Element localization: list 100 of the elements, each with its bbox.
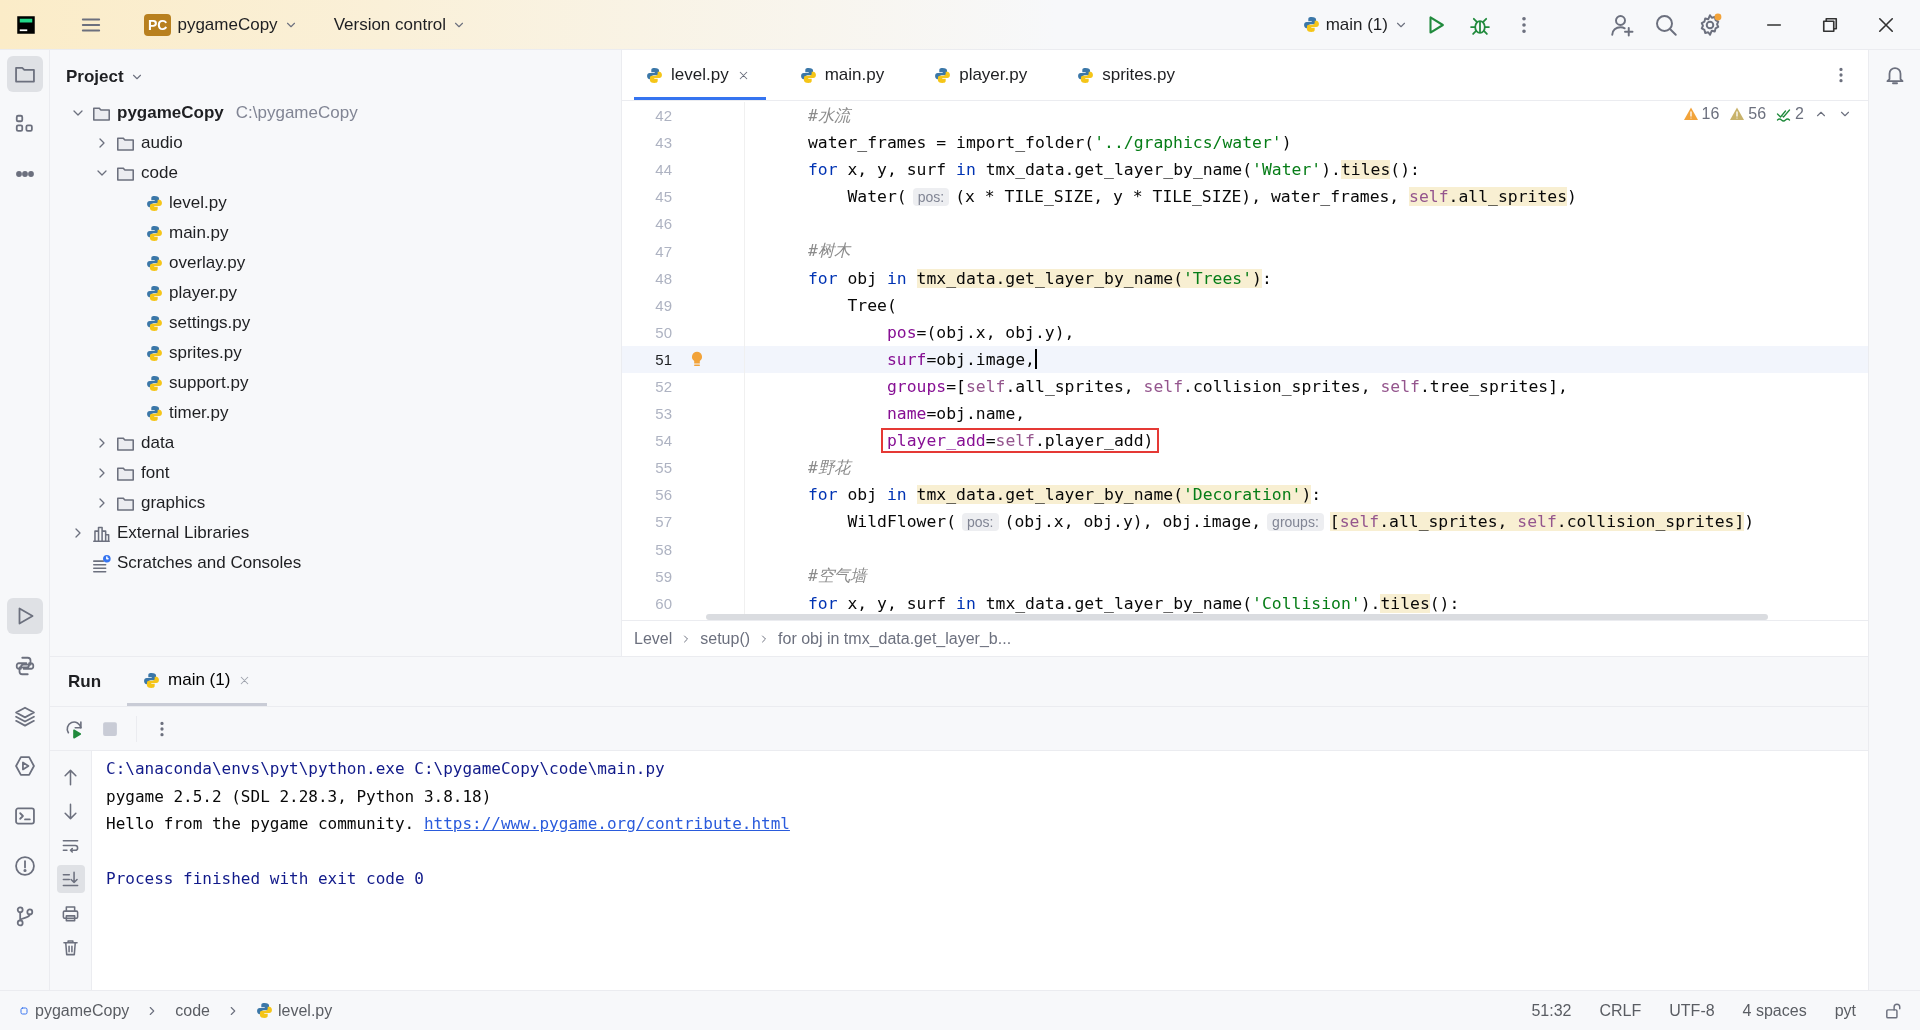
status-item[interactable]: 4 spaces bbox=[1742, 1001, 1807, 1020]
line-number: 55 bbox=[654, 459, 672, 477]
breadcrumb[interactable]: level.py bbox=[278, 1001, 333, 1020]
tree-item[interactable]: audio bbox=[141, 133, 183, 153]
line-number: 49 bbox=[654, 296, 672, 314]
code-text: WildFlower( bbox=[847, 512, 957, 532]
code-text: (x * TILE_SIZE, y * TILE_SIZE), water_frames, self.all_sprites) bbox=[955, 187, 1577, 207]
editor-tab[interactable]: level.py bbox=[634, 50, 766, 100]
tree-item[interactable]: Scratches and Consoles bbox=[117, 553, 302, 573]
line-number: 48 bbox=[654, 269, 672, 287]
python-file-icon bbox=[646, 66, 663, 84]
trash-icon[interactable] bbox=[61, 937, 80, 957]
line-number: 44 bbox=[654, 161, 672, 179]
python-file-icon bbox=[1077, 66, 1095, 84]
python-file-icon bbox=[143, 671, 161, 689]
python-file-icon bbox=[146, 314, 163, 332]
python-icon bbox=[1302, 16, 1320, 33]
line-number: 57 bbox=[654, 513, 672, 531]
settings-icon[interactable] bbox=[1698, 12, 1722, 37]
python-file-icon bbox=[146, 194, 163, 212]
code-text: Tree( bbox=[847, 295, 897, 315]
add-user-icon[interactable] bbox=[1610, 12, 1634, 37]
tree-item[interactable]: player.py bbox=[169, 283, 238, 303]
python-file-icon bbox=[146, 224, 163, 242]
tree-item[interactable]: graphics bbox=[141, 493, 206, 513]
python-file-icon bbox=[146, 284, 163, 302]
code-text: water_frames = import_folder('../graphics/water') bbox=[808, 133, 1292, 153]
inlay-hint: pos: bbox=[912, 187, 950, 206]
tree-item[interactable]: font bbox=[141, 463, 170, 483]
rerun-icon[interactable] bbox=[64, 718, 84, 739]
python-file-icon bbox=[256, 1002, 273, 1019]
status-item[interactable]: UTF-8 bbox=[1669, 1001, 1715, 1020]
tree-item[interactable]: pygameCopy bbox=[117, 103, 224, 123]
line-number: 54 bbox=[654, 432, 672, 450]
editor-tab[interactable]: player.py bbox=[922, 50, 1044, 100]
line-number: 47 bbox=[654, 242, 672, 260]
code-text: #空气墙 bbox=[808, 565, 866, 588]
inlay-hint: pos: bbox=[962, 512, 999, 531]
breadcrumb[interactable]: Level bbox=[634, 629, 673, 648]
lock-icon[interactable] bbox=[1884, 1001, 1902, 1020]
terminal-icon bbox=[13, 805, 36, 827]
print-icon[interactable] bbox=[61, 903, 80, 923]
python-file-icon bbox=[799, 66, 817, 84]
console-link[interactable]: https://www.pygame.org/contribute.html bbox=[423, 814, 790, 833]
search-icon[interactable] bbox=[1654, 12, 1678, 37]
vcs-menu[interactable]: Version control bbox=[327, 10, 473, 39]
inspection-count[interactable]: 2 bbox=[1795, 105, 1804, 123]
services-icon bbox=[13, 755, 36, 777]
project-badge: PC bbox=[144, 13, 172, 36]
breadcrumb[interactable]: code bbox=[175, 1001, 210, 1020]
layers-icon bbox=[13, 705, 36, 727]
tree-item[interactable]: sprites.py bbox=[169, 343, 242, 363]
typo-check-icon bbox=[1776, 106, 1793, 122]
code-text: Water( bbox=[847, 187, 907, 207]
editor-tab[interactable]: sprites.py bbox=[1065, 50, 1191, 100]
breadcrumb[interactable]: for obj in tmx_data.get_layer_b... bbox=[778, 629, 1012, 648]
line-number: 60 bbox=[654, 594, 672, 612]
scrollbar[interactable] bbox=[706, 614, 1768, 620]
python-file-icon bbox=[146, 254, 163, 272]
tree-item[interactable]: overlay.py bbox=[169, 253, 246, 273]
scroll-to-end-button[interactable] bbox=[56, 865, 85, 893]
problems-icon bbox=[13, 855, 36, 877]
python-file-icon bbox=[146, 404, 163, 422]
console-line: Hello from the pygame community. https://www.pygame.org/contribute.html bbox=[106, 813, 790, 835]
path-label: C:\pygameCopy bbox=[235, 103, 358, 123]
folder-tool-button[interactable] bbox=[6, 56, 43, 92]
scroll-up-icon[interactable] bbox=[61, 767, 80, 787]
line-number: 59 bbox=[654, 567, 672, 585]
run-configuration[interactable]: main (1) bbox=[1296, 10, 1414, 39]
tree-item[interactable]: main.py bbox=[169, 223, 229, 243]
scroll-down-icon[interactable] bbox=[61, 801, 80, 821]
status-item[interactable]: CRLF bbox=[1599, 1001, 1642, 1020]
code-text: for x, y, surf in tmx_data.get_layer_by_name('Collision').tiles(): bbox=[808, 593, 1460, 613]
line-number: 53 bbox=[654, 405, 672, 423]
run-tool-button[interactable] bbox=[6, 598, 43, 634]
line-number: 45 bbox=[654, 188, 672, 206]
inspection-count[interactable]: 16 bbox=[1701, 105, 1720, 123]
python-file-icon bbox=[146, 344, 163, 362]
scroll-to-end-icon bbox=[61, 869, 80, 889]
tree-item[interactable]: timer.py bbox=[169, 403, 229, 423]
line-number: 56 bbox=[654, 486, 672, 504]
breadcrumb[interactable]: pygameCopy bbox=[35, 1001, 130, 1020]
line-number: 43 bbox=[654, 134, 672, 152]
editor-tab[interactable]: main.py bbox=[787, 50, 901, 100]
status-item[interactable]: pyt bbox=[1834, 1001, 1856, 1020]
inspection-count[interactable]: 56 bbox=[1748, 105, 1767, 123]
inlay-hint: groups: bbox=[1267, 512, 1324, 531]
panel-title[interactable]: Project bbox=[66, 67, 124, 87]
tree-item[interactable]: code bbox=[141, 163, 178, 183]
status-item[interactable]: 51:32 bbox=[1531, 1001, 1572, 1020]
tree-item[interactable]: External Libraries bbox=[117, 523, 250, 543]
tree-item[interactable]: level.py bbox=[169, 193, 227, 213]
line-number: 42 bbox=[654, 107, 672, 125]
tree-item[interactable]: support.py bbox=[169, 373, 249, 393]
tree-item[interactable]: settings.py bbox=[169, 313, 251, 333]
tree-item[interactable]: data bbox=[141, 433, 175, 453]
project-switcher[interactable]: PC pygameCopy bbox=[138, 9, 304, 40]
line-number: 46 bbox=[654, 215, 672, 233]
line-number: 52 bbox=[654, 378, 672, 395]
breadcrumb[interactable]: setup() bbox=[700, 629, 751, 648]
